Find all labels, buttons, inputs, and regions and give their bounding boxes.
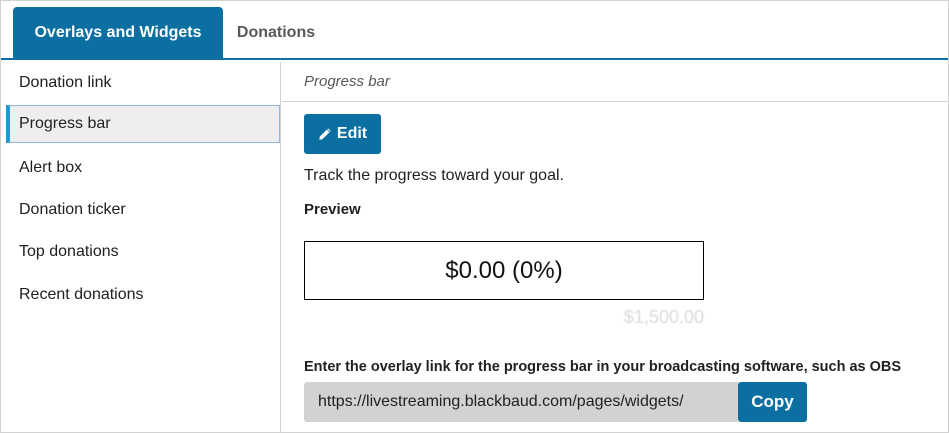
sidebar-item-donation-ticker[interactable]: Donation ticker bbox=[6, 191, 280, 229]
edit-button[interactable]: Edit bbox=[304, 114, 381, 154]
copy-button[interactable]: Copy bbox=[738, 382, 807, 422]
progress-bar-preview: $0.00 (0%) bbox=[304, 241, 704, 300]
tab-bar: Overlays and Widgets Donations bbox=[1, 1, 948, 60]
preview-heading: Preview bbox=[304, 201, 361, 218]
overlay-url-field[interactable] bbox=[304, 382, 738, 422]
sidebar: Donation link Progress bar Alert box Don… bbox=[1, 62, 281, 432]
section-title: Progress bar bbox=[282, 62, 948, 102]
edit-button-label: Edit bbox=[336, 125, 368, 142]
tab-overlays-and-widgets[interactable]: Overlays and Widgets bbox=[13, 7, 223, 58]
sidebar-item-donation-link[interactable]: Donation link bbox=[6, 64, 280, 102]
sidebar-item-alert-box[interactable]: Alert box bbox=[6, 149, 280, 187]
goal-amount: $1,500.00 bbox=[623, 307, 704, 327]
progress-amount: $0.00 (0%) bbox=[445, 256, 563, 284]
tab-donations[interactable]: Donations bbox=[223, 7, 329, 58]
overlays-panel: Overlays and Widgets Donations Donation … bbox=[0, 0, 949, 433]
sidebar-item-progress-bar[interactable]: Progress bar bbox=[6, 105, 280, 143]
sidebar-item-recent-donations[interactable]: Recent donations bbox=[6, 276, 280, 314]
pencil-icon bbox=[319, 128, 331, 140]
main-content: Progress bar Edit Track the progress tow… bbox=[282, 62, 948, 432]
widget-description: Track the progress toward your goal. bbox=[304, 167, 564, 184]
sidebar-item-top-donations[interactable]: Top donations bbox=[6, 233, 280, 271]
overlay-link-label: Enter the overlay link for the progress … bbox=[304, 359, 902, 375]
